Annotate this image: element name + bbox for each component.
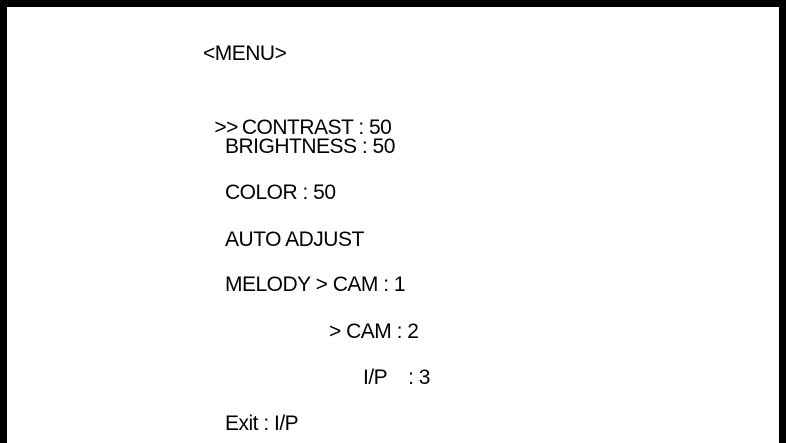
menu-item-exit[interactable]: Exit : I/P — [225, 412, 299, 436]
menu-title: <MENU> — [203, 42, 287, 65]
osd-menu-screen: <MENU> >> CONTRAST : 50 BRIGHTNESS : 50 C… — [0, 0, 786, 443]
menu-item-melody-cam2[interactable]: > CAM : 2 — [329, 320, 419, 344]
menu-item-melody-cam1[interactable]: MELODY > CAM : 1 — [225, 273, 406, 297]
menu-item-color[interactable]: COLOR : 50 — [225, 181, 336, 205]
menu-item-brightness[interactable]: BRIGHTNESS : 50 — [225, 135, 395, 159]
menu-item-auto-adjust[interactable]: AUTO ADJUST — [225, 228, 364, 252]
menu-item-melody-ip[interactable]: I/P : 3 — [363, 366, 430, 390]
